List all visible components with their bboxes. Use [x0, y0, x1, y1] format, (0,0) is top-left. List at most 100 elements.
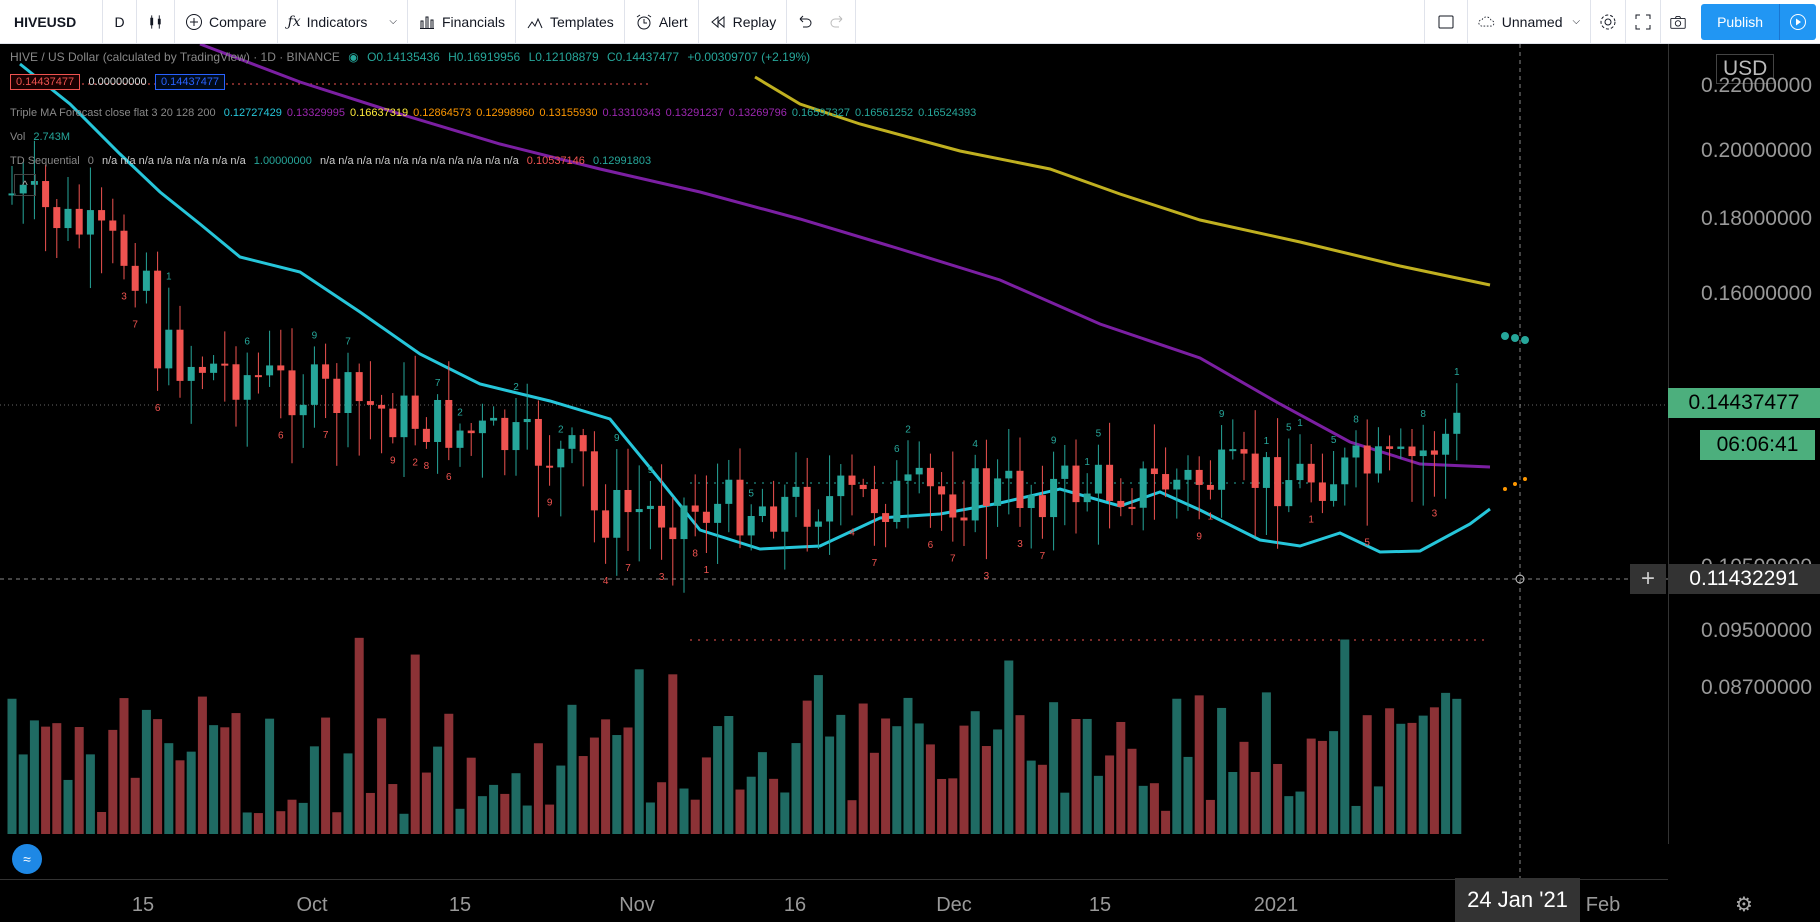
add-line-button[interactable]: +: [1630, 564, 1666, 594]
undo-button[interactable]: [787, 0, 821, 44]
financials-button[interactable]: Financials: [408, 0, 516, 44]
candle-body: [1318, 482, 1326, 501]
chart-type-button[interactable]: [137, 0, 175, 44]
alert-button[interactable]: Alert: [625, 0, 699, 44]
templates-button[interactable]: Templates: [516, 0, 625, 44]
candle-body: [1285, 480, 1293, 507]
candle-body: [243, 375, 251, 400]
td-count-label: 9: [547, 498, 553, 509]
snapshot-button[interactable]: [1661, 0, 1695, 44]
publish-button[interactable]: Publish: [1701, 3, 1779, 40]
td-one: 1.00000000: [253, 155, 312, 167]
candles-icon: [150, 14, 161, 29]
visibility-icon[interactable]: ◉: [348, 50, 358, 64]
candle-body: [53, 207, 61, 229]
forecast-dot: [1503, 487, 1507, 491]
countdown-tag: 06:06:41: [1700, 430, 1815, 460]
settings-button[interactable]: [1591, 0, 1627, 44]
candle-body: [1397, 446, 1405, 449]
volume-bar: [791, 743, 801, 834]
publish-menu-button[interactable]: [1779, 3, 1816, 40]
volume-bar: [309, 746, 319, 834]
candle-body: [904, 474, 912, 481]
compare-button[interactable]: Compare: [175, 0, 278, 44]
forecast-dot: [1513, 482, 1517, 486]
volume-bar: [197, 696, 207, 834]
indicators-button[interactable]: ƒx Indicators ⌵: [278, 0, 408, 44]
candle-body: [400, 395, 408, 438]
volume-legend[interactable]: Vol 2.743M: [10, 131, 75, 143]
collapse-legend-button[interactable]: ^: [14, 174, 36, 196]
tradingview-logo[interactable]: ≈: [12, 844, 42, 874]
crosshair-price-tag: 0.11432291: [1668, 564, 1820, 594]
layout-button[interactable]: Unnamed ⌵: [1468, 0, 1592, 44]
candle-body: [266, 365, 274, 376]
td-count-label: 9: [390, 455, 396, 466]
volume-bar: [455, 808, 465, 834]
td-count-label: 8: [1353, 414, 1359, 425]
candle-body: [344, 372, 352, 414]
volume-bar: [343, 753, 353, 834]
time-axis[interactable]: [0, 879, 1668, 890]
fullscreen-select-button[interactable]: [1423, 0, 1468, 44]
compare-label: Compare: [209, 13, 267, 30]
td-value-1: 0.10537146: [526, 155, 585, 167]
ma-value-4: 0.12998960: [476, 107, 535, 119]
volume-bar: [1161, 810, 1171, 834]
interval-button[interactable]: D: [103, 0, 137, 44]
volume-bar: [489, 784, 499, 834]
volume-bar: [1172, 698, 1182, 834]
volume-bar: [1340, 639, 1350, 834]
replay-label: Replay: [732, 13, 777, 30]
volume-bar: [1194, 695, 1204, 834]
volume-bar: [1317, 740, 1327, 834]
ma-legend[interactable]: Triple MA Forecast close flat 3 20 128 2…: [10, 107, 981, 119]
volume-bar: [780, 792, 790, 834]
candle-body: [1162, 474, 1170, 490]
candle-body: [770, 506, 778, 532]
volume-bar: [1205, 799, 1215, 834]
candle-body: [490, 417, 498, 421]
volume-bar: [556, 765, 566, 834]
td-count-label: 1: [1084, 457, 1090, 468]
price-tick-label: 0.22000000: [1701, 74, 1812, 97]
chart-area[interactable]: 3761669779287622924979381547626743379159…: [0, 44, 1820, 922]
candle-body: [299, 404, 307, 416]
candle-body: [378, 404, 386, 409]
volume-bar: [321, 717, 331, 834]
volume-bar: [836, 714, 846, 834]
volume-bar: [108, 729, 118, 834]
candle-body: [781, 496, 789, 532]
td-sequential-legend[interactable]: TD Sequential 0 n/a n/a n/a n/a n/a n/a …: [10, 155, 656, 167]
volume-bar: [825, 736, 835, 834]
candle-body: [456, 430, 464, 448]
ohlc-high: H0.16919956: [448, 50, 521, 64]
td-count-label: 7: [435, 378, 441, 389]
volume-bar: [522, 805, 532, 834]
td-count-label: 6: [894, 444, 900, 455]
candle-body: [86, 210, 94, 235]
volume-bar: [1373, 786, 1383, 834]
time-tick-label: Feb: [1585, 894, 1621, 916]
price-tick-label: 0.08700000: [1701, 676, 1812, 699]
series-title[interactable]: HIVE / US Dollar (calculated by TradingV…: [10, 50, 340, 64]
candle-body: [870, 489, 878, 514]
volume-bar: [881, 718, 891, 834]
candle-body: [1128, 506, 1136, 509]
td-count-label: 3: [984, 571, 990, 582]
gear-icon[interactable]: ⚙: [1735, 892, 1753, 917]
volume-bar: [1049, 702, 1059, 834]
symbol-search[interactable]: HIVEUSD: [0, 0, 103, 44]
price-chart[interactable]: 3761669779 2 87622924979381547626743379159…: [0, 44, 1820, 889]
replay-button[interactable]: Replay: [699, 0, 788, 44]
ma-value-6: 0.13310343: [602, 107, 661, 119]
volume-bar: [724, 716, 734, 834]
ma-value-8: 0.13269796: [728, 107, 787, 119]
candle-body: [1386, 446, 1394, 449]
candle-body: [736, 479, 744, 536]
candle-body: [154, 270, 162, 369]
fullscreen-button[interactable]: [1626, 0, 1662, 44]
chevron-down-icon[interactable]: ⌵: [389, 16, 397, 27]
redo-button[interactable]: [821, 0, 857, 44]
plus-circle-icon: [186, 13, 202, 30]
